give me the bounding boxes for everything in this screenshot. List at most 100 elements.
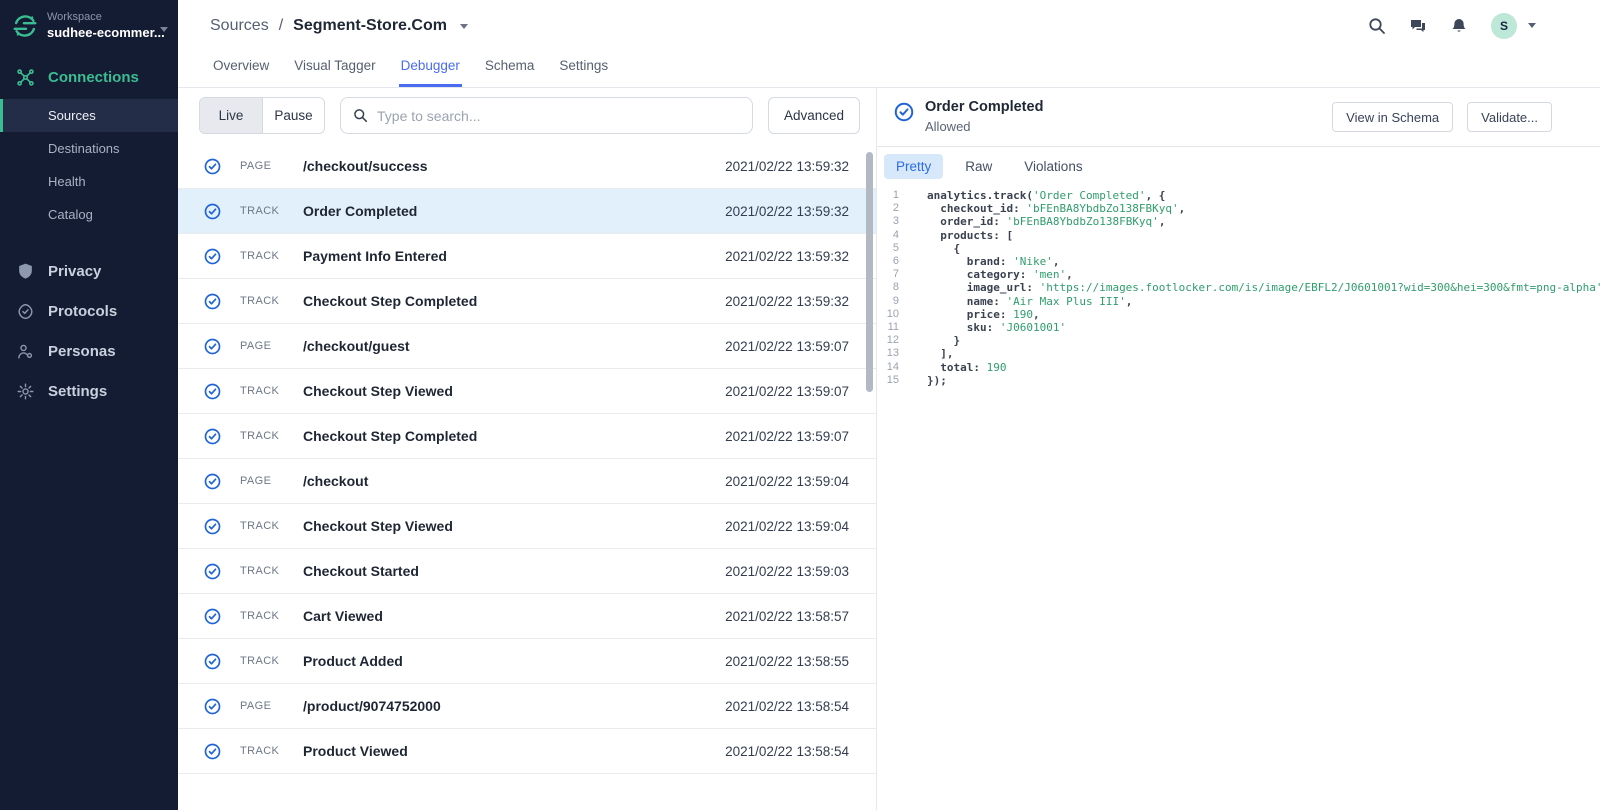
check-circle-icon (204, 608, 221, 625)
detail-tab-pretty[interactable]: Pretty (884, 154, 944, 179)
bell-icon[interactable] (1450, 17, 1468, 35)
pause-button[interactable]: Pause (262, 98, 324, 133)
sidebar-item-catalog[interactable]: Catalog (0, 198, 178, 231)
code-text: name: 'Air Max Plus III', (927, 294, 1133, 308)
code-line: 3 order_id: 'bFEnBA8YbdbZo138FBKyq', (877, 215, 1600, 228)
sidebar-item-settings[interactable]: Settings (0, 371, 178, 411)
event-row[interactable]: TRACK Product Added 2021/02/22 13:58:55 (178, 639, 876, 684)
breadcrumb-current: Segment-Store.Com (293, 16, 447, 34)
check-circle-icon (204, 203, 221, 220)
event-row[interactable]: PAGE/product/9074752000 2021/02/22 13:58:… (178, 684, 876, 729)
event-row[interactable]: PAGE/checkout/success 2021/02/22 13:59:32 (178, 144, 876, 189)
line-number: 1 (892, 189, 899, 201)
event-name: Payment Info Entered (303, 248, 447, 264)
sidebar-item-protocols[interactable]: Protocols (0, 291, 178, 331)
code-line: 1 analytics.track('Order Completed', { (877, 189, 1600, 202)
app: Workspace sudhee-ecommer... Connections S… (0, 0, 1600, 810)
status-badge: Allowed (925, 118, 971, 134)
live-button[interactable]: Live (200, 98, 262, 133)
sidebar-item-connections[interactable]: Connections (0, 57, 178, 97)
code-line: 6 brand: 'Nike', (877, 255, 1600, 268)
debugger-toolbar: Live Pause Advanced (199, 97, 860, 134)
code-text: sku: 'J0601001' (927, 321, 1067, 335)
avatar-caret-icon[interactable] (1528, 23, 1536, 28)
event-row[interactable]: TRACK Cart Viewed 2021/02/22 13:58:57 (178, 594, 876, 639)
tab-visual-tagger[interactable]: Visual Tagger (292, 51, 377, 87)
avatar[interactable]: S (1491, 12, 1517, 39)
event-timestamp: 2021/02/22 13:58:57 (725, 608, 849, 624)
tab-settings[interactable]: Settings (557, 51, 610, 87)
event-list-scrollbar[interactable] (866, 152, 873, 392)
top-bar: Sources / Segment-Store.Com S (178, 0, 1600, 51)
event-row[interactable]: TRACK Checkout Step Completed 2021/02/22 1… (178, 414, 876, 459)
view-in-schema-button[interactable]: View in Schema (1332, 102, 1454, 132)
main: Sources / Segment-Store.Com S Overview Vi… (178, 0, 1600, 810)
workspace-switcher[interactable]: Workspace sudhee-ecommer... (0, 0, 178, 51)
code-text: analytics.track('Order Completed', { (927, 189, 1166, 202)
detail-tab-violations[interactable]: Violations (1014, 154, 1092, 179)
code-text: brand: 'Nike', (927, 255, 1060, 269)
event-row[interactable]: PAGE/checkout/guest 2021/02/22 13:59:07 (178, 324, 876, 369)
event-name: Order Completed (303, 203, 418, 219)
check-circle-icon (204, 653, 221, 670)
code-block: 1 analytics.track('Order Completed', {2 c… (877, 184, 1600, 810)
breadcrumb-parent[interactable]: Sources (210, 17, 269, 35)
detail-buttons: View in Schema Validate... (1332, 102, 1552, 132)
sidebar-item-health[interactable]: Health (0, 165, 178, 198)
check-circle-icon (204, 293, 221, 310)
event-name: Cart Viewed (303, 608, 383, 624)
check-circle-icon (204, 338, 221, 355)
event-type: TRACK (240, 430, 280, 442)
sidebar-item-personas[interactable]: Personas (0, 331, 178, 371)
line-number: 14 (886, 360, 899, 373)
code-text: products: [ (927, 228, 1014, 242)
caret-down-icon[interactable] (160, 26, 168, 32)
event-name: Checkout Step Viewed (303, 383, 453, 399)
sidebar-item-sources[interactable]: Sources (0, 99, 178, 132)
event-name: /product/9074752000 (303, 698, 441, 714)
event-type: TRACK (240, 565, 280, 577)
line-number: 6 (892, 255, 899, 268)
code-line: 8 image_url: 'https://images.footlocker.… (877, 281, 1600, 294)
event-timestamp: 2021/02/22 13:59:32 (725, 248, 849, 264)
validate-button[interactable]: Validate... (1467, 102, 1552, 132)
event-row[interactable]: TRACK Checkout Step Viewed 2021/02/22 13:5… (178, 504, 876, 549)
segment-logo-icon (12, 13, 38, 39)
code-text: image_url: 'https://images.footlocker.co… (927, 281, 1600, 295)
tab-debugger[interactable]: Debugger (398, 51, 463, 87)
shield-icon (16, 262, 35, 281)
check-circle-icon (204, 518, 221, 535)
event-row[interactable]: PAGE/checkout 2021/02/22 13:59:04 (178, 459, 876, 504)
event-timestamp: 2021/02/22 13:58:55 (725, 653, 849, 669)
workspace-label: Workspace (47, 11, 102, 23)
sidebar-item-label: Settings (48, 382, 108, 400)
source-switcher-caret-icon[interactable] (459, 24, 468, 29)
code-line: 14 total: 190 (877, 361, 1600, 374)
sidebar-item-label: Privacy (48, 262, 102, 280)
sidebar-item-privacy[interactable]: Privacy (0, 251, 178, 291)
search-input[interactable] (377, 107, 740, 124)
settings-icon (16, 382, 35, 401)
detail-tab-raw[interactable]: Raw (955, 154, 1002, 179)
event-row[interactable]: TRACK Checkout Step Viewed 2021/02/22 13:5… (178, 369, 876, 414)
sidebar-nav: Connections Sources Destinations Health Cata… (0, 57, 178, 411)
personas-icon (16, 342, 35, 361)
line-number: 9 (892, 294, 899, 307)
check-circle-icon (204, 428, 221, 445)
event-row[interactable]: TRACK Checkout Step Completed 2021/02/22 1… (178, 279, 876, 324)
event-row[interactable]: TRACK Order Completed 2021/02/22 13:59:32 (178, 189, 876, 234)
advanced-button[interactable]: Advanced (767, 97, 860, 134)
tab-overview[interactable]: Overview (211, 51, 271, 87)
event-row[interactable]: TRACK Payment Info Entered 2021/02/22 13:5… (178, 234, 876, 279)
event-type: TRACK (240, 250, 280, 262)
chat-icon[interactable] (1409, 17, 1427, 35)
event-row[interactable]: TRACK Product Viewed 2021/02/22 13:58:54 (178, 729, 876, 774)
search-icon[interactable] (1368, 17, 1386, 35)
event-name: Product Viewed (303, 743, 408, 759)
event-timestamp: 2021/02/22 13:59:32 (725, 203, 849, 219)
sidebar-item-destinations[interactable]: Destinations (0, 132, 178, 165)
event-row[interactable]: TRACK Checkout Started 2021/02/22 13:59:03 (178, 549, 876, 594)
tab-schema[interactable]: Schema (483, 51, 537, 87)
code-text: }); (927, 373, 947, 387)
code-line: 11 sku: 'J0601001' (877, 321, 1600, 334)
